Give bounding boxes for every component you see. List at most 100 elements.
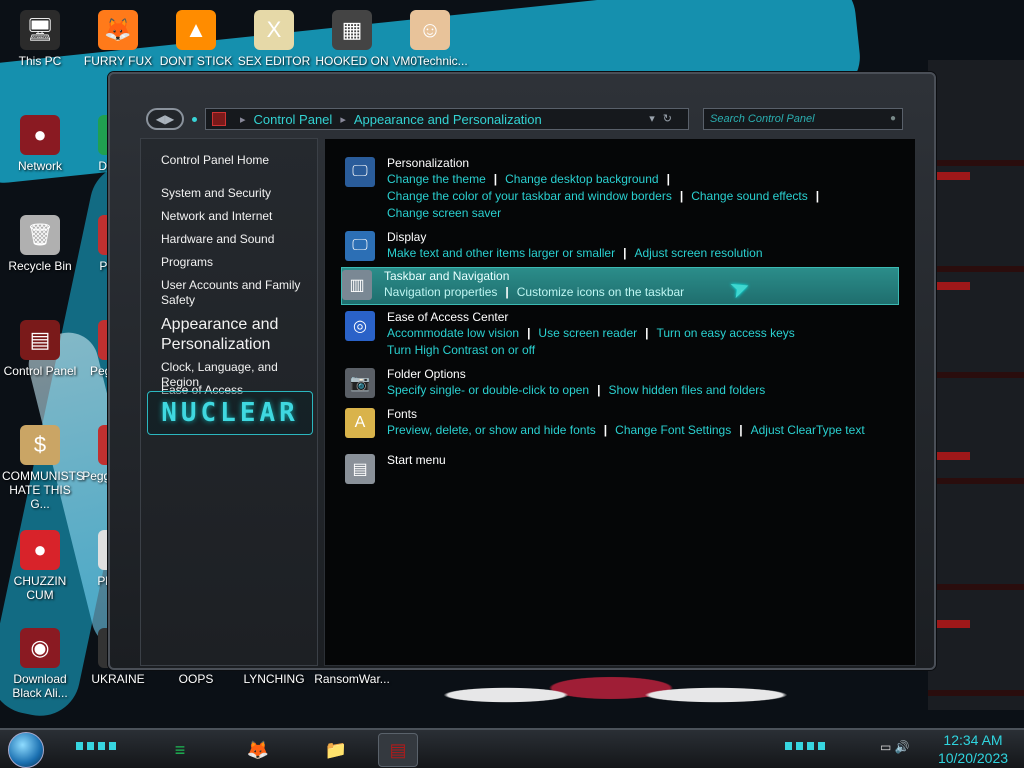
category-title[interactable]: Personalization <box>387 155 905 171</box>
category-link[interactable]: Turn on easy access keys <box>657 326 795 340</box>
category-fonts[interactable]: A Fonts Preview, delete, or show and hide … <box>345 406 905 439</box>
desktop-icon-label: FURRY FUX <box>83 54 153 68</box>
category-link[interactable]: Change the color of your taskbar and win… <box>387 189 672 203</box>
sidebar-item-user-accounts[interactable]: User Accounts and Family Safety <box>161 278 319 308</box>
link-separator: | <box>597 383 601 397</box>
category-display[interactable]: 🖵 Display Make text and other items larger… <box>345 229 905 262</box>
desktop-icon[interactable]: 🖥 This PC <box>2 10 78 68</box>
desktop-icon-label: SEX EDITOR <box>237 54 311 68</box>
sidebar-item-appearance[interactable]: Appearance and Personalization <box>161 315 319 355</box>
desktop-icon[interactable]: ▲ DONT STICK <box>158 10 234 68</box>
desktop-icon-label: OOPS <box>178 672 214 686</box>
category-link[interactable]: Navigation properties <box>384 285 497 299</box>
display-icon[interactable]: 🖵 <box>345 231 375 261</box>
breadcrumb-appearance[interactable]: Appearance and Personalization <box>354 112 542 127</box>
hxd-editor-icon: X <box>254 10 294 50</box>
volume-icon[interactable]: 🔊 <box>895 740 910 754</box>
breadcrumb-control-panel[interactable]: Control Panel <box>254 112 333 127</box>
clock[interactable]: 12:34 AM 10/20/2023 <box>930 731 1016 767</box>
desktop-icon-label: LYNCHING <box>243 672 305 686</box>
category-link[interactable]: Change sound effects <box>691 189 808 203</box>
category-link[interactable]: Make text and other items larger or smal… <box>387 246 615 260</box>
start-menu-icon[interactable]: ▤ <box>345 454 375 484</box>
refresh-icon[interactable]: ▾↻ <box>649 112 680 125</box>
file-explorer-icon: 📁 <box>324 739 348 760</box>
recycle-bin-icon: 🗑 <box>20 215 60 255</box>
category-title[interactable]: Start menu <box>387 452 905 468</box>
wallpaper-side-panel <box>928 60 1024 710</box>
network-tray-icon[interactable]: ▭ <box>880 740 891 754</box>
taskbar-file-explorer-button[interactable]: 📁 <box>316 733 356 767</box>
sidebar-item-network[interactable]: Network and Internet <box>161 209 319 224</box>
address-bar[interactable]: ▸ Control Panel ▸ Appearance and Persona… <box>205 108 689 130</box>
taskbar-icon[interactable]: ▥ <box>342 270 372 300</box>
category-link[interactable]: Customize icons on the taskbar <box>517 285 684 299</box>
taskbar: ≡ 🦊 📁 ▤ ▭ 🔊 12:34 AM 10/20/2023 <box>0 728 1024 768</box>
desktop-icon[interactable]: ● CHUZZIN CUM <box>2 530 78 602</box>
category-links: Preview, delete, or show and hide fonts |… <box>387 422 905 439</box>
navigation-bar: ◀▶ ▸ Control Panel ▸ Appearance and Pers… <box>120 102 928 136</box>
category-link[interactable]: Preview, delete, or show and hide fonts <box>387 423 596 437</box>
wallpaper-stripe <box>930 282 970 290</box>
vlc-cone-icon: ▲ <box>176 10 216 50</box>
category-links: Navigation properties | Customize icons on… <box>384 284 898 301</box>
money-bag-icon: $ <box>20 425 60 465</box>
sidebar: Control Panel Home System and Security N… <box>140 138 318 666</box>
category-link[interactable]: Show hidden files and folders <box>608 383 765 397</box>
category-personalization[interactable]: 🖵 Personalization Change the theme | Change … <box>345 155 905 222</box>
desktop-icon-label: DONT STICK <box>159 54 233 68</box>
desktop-icon[interactable]: X SEX EDITOR <box>236 10 312 68</box>
start-button[interactable] <box>8 732 44 768</box>
desktop-icon[interactable]: 🦊 FURRY FUX <box>80 10 156 68</box>
desktop-icon[interactable]: ● Network <box>2 115 78 173</box>
category-link[interactable]: Change desktop background <box>505 172 658 186</box>
category-link[interactable]: Adjust ClearType text <box>751 423 865 437</box>
category-folder-options[interactable]: 📷 Folder Options Specify single- or double… <box>345 366 905 399</box>
category-link[interactable]: Use screen reader <box>538 326 637 340</box>
wallpaper-stripe <box>930 452 970 460</box>
category-link[interactable]: Change Font Settings <box>615 423 731 437</box>
category-title[interactable]: Taskbar and Navigation <box>384 268 898 284</box>
category-title[interactable]: Folder Options <box>387 366 905 382</box>
desktop-icon[interactable]: ▦ HOOKED ON <box>314 10 390 68</box>
fonts-icon[interactable]: A <box>345 408 375 438</box>
ease-of-access-icon[interactable]: ◎ <box>345 311 375 341</box>
link-separator: | <box>666 172 670 186</box>
category-title[interactable]: Fonts <box>387 406 905 422</box>
category-title[interactable]: Display <box>387 229 905 245</box>
desktop-icon[interactable]: ▤ Control Panel <box>2 320 78 378</box>
sidebar-item-system-security[interactable]: System and Security <box>161 186 319 201</box>
search-icon[interactable]: ● <box>890 113 896 124</box>
control-panel-icon: ▤ <box>20 320 60 360</box>
category-link[interactable]: Change screen saver <box>387 206 501 220</box>
category-links: Specify single- or double-click to open |… <box>387 382 905 399</box>
category-link[interactable]: Adjust screen resolution <box>634 246 762 260</box>
taskbar-firefox-button[interactable]: 🦊 <box>238 733 278 767</box>
back-forward-icon[interactable]: ◀▶ <box>146 108 184 130</box>
desktop-icon[interactable]: 🗑 Recycle Bin <box>2 215 78 273</box>
category-link[interactable]: Change the theme <box>387 172 486 186</box>
taskbar-spotify-button[interactable]: ≡ <box>160 733 200 767</box>
control-panel-window[interactable]: ◀▶ ▸ Control Panel ▸ Appearance and Pers… <box>108 72 936 670</box>
network-icon: ● <box>20 115 60 155</box>
desktop-icon-label: Network <box>17 159 62 173</box>
desktop-icon[interactable]: ◉ Download Black Ali... <box>2 628 78 700</box>
search-input[interactable]: Search Control Panel ● <box>703 108 903 130</box>
desktop-icon[interactable]: ☺ VM0Technic... <box>392 10 468 68</box>
sidebar-item-programs[interactable]: Programs <box>161 255 319 270</box>
search-placeholder: Search Control Panel <box>710 113 815 125</box>
desktop-icon[interactable]: $ COMMUNISTS HATE THIS G... <box>2 425 84 511</box>
taskbar-control-panel-button[interactable]: ▤ <box>378 733 418 767</box>
category-link[interactable]: Specify single- or double-click to open <box>387 383 589 397</box>
category-title[interactable]: Ease of Access Center <box>387 309 905 325</box>
folder-options-icon[interactable]: 📷 <box>345 368 375 398</box>
category-ease-of-access-center[interactable]: ◎ Ease of Access Center Accommodate low vi… <box>345 309 905 359</box>
category-start-menu[interactable]: ▤ Start menu <box>345 452 905 484</box>
sidebar-item-hardware[interactable]: Hardware and Sound <box>161 232 319 247</box>
category-taskbar-and-navigation[interactable]: ▥ Taskbar and Navigation Navigation proper… <box>341 267 899 305</box>
personalization-icon[interactable]: 🖵 <box>345 157 375 187</box>
category-link[interactable]: Turn High Contrast on or off <box>387 343 535 357</box>
category-link[interactable]: Accommodate low vision <box>387 326 519 340</box>
desktop-icon-label: Recycle Bin <box>8 259 72 273</box>
sidebar-home[interactable]: Control Panel Home <box>161 153 319 168</box>
